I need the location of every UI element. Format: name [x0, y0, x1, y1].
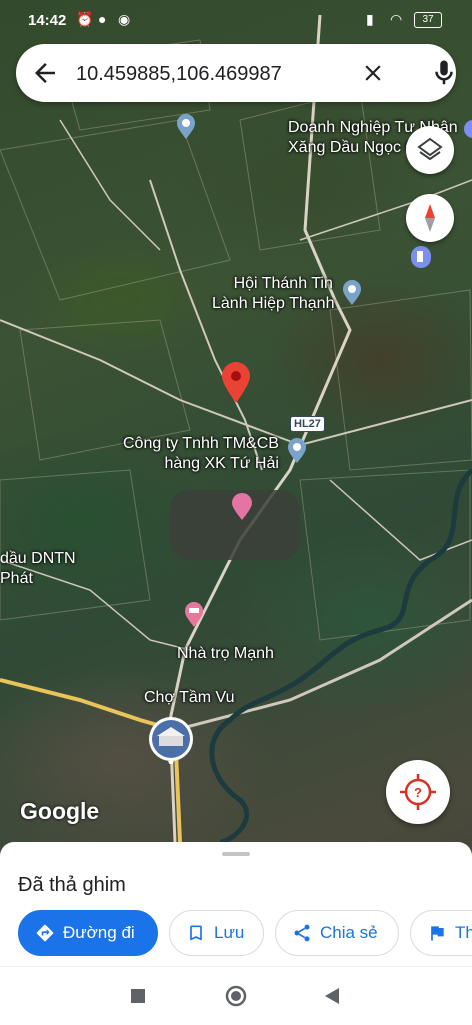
route-shield: HL27 — [290, 416, 325, 432]
drag-handle[interactable] — [222, 852, 250, 856]
map-label-church[interactable]: Hội Thánh Tin Lành Hiệp Thạnh — [212, 274, 334, 314]
microphone-icon[interactable] — [429, 58, 459, 88]
place-marker-icon[interactable] — [341, 278, 363, 306]
status-bar: 14:42 ⏰ ● ◉ ▮ ◠ 37 — [0, 0, 472, 40]
gas-station-icon[interactable] — [410, 243, 432, 271]
google-logo: Google — [20, 798, 100, 824]
search-bar[interactable] — [16, 44, 456, 102]
map-label-left[interactable]: dầu DNTN Phát — [0, 549, 76, 589]
alarm-icon: ⏰ — [76, 11, 94, 27]
my-location-button[interactable]: ? — [386, 760, 450, 824]
bookmark-icon — [190, 925, 202, 941]
market-marker-icon[interactable] — [146, 714, 196, 764]
label-button[interactable]: Th — [410, 910, 472, 956]
place-marker-icon[interactable] — [175, 112, 197, 140]
share-label: Chia sẻ — [320, 923, 378, 942]
action-chips: Đường đi Lưu Chia sẻ Th — [18, 910, 472, 958]
flag-icon — [431, 926, 444, 941]
system-nav-bar — [0, 966, 472, 1025]
back-triangle-icon[interactable] — [324, 987, 340, 1005]
place-sheet[interactable]: Đã thả ghim Đường đi Lưu Chia sẻ Th — [0, 842, 472, 966]
battery-icon: 37 — [414, 12, 442, 28]
lodging-marker-icon[interactable] — [183, 600, 205, 628]
map-label-motel[interactable]: Nhà trọ Mạnh — [177, 644, 274, 664]
save-button[interactable]: Lưu — [169, 910, 264, 956]
search-input[interactable] — [74, 58, 348, 90]
place-marker-icon[interactable] — [286, 436, 308, 464]
map-label-market[interactable]: Chợ Tầm Vu — [144, 688, 235, 708]
layers-icon — [417, 137, 443, 161]
compass-icon — [425, 204, 435, 232]
home-circle-icon[interactable] — [225, 985, 247, 1007]
label-label: Th — [455, 923, 472, 942]
directions-button[interactable]: Đường đi — [18, 910, 158, 956]
share-button[interactable]: Chia sẻ — [275, 910, 399, 956]
place-marker-icon[interactable] — [462, 118, 472, 146]
notification-icon: ● — [98, 11, 107, 27]
wifi-icon: ◠ — [390, 11, 403, 27]
directions-label: Đường đi — [63, 923, 135, 942]
status-time: 14:42 — [28, 12, 67, 29]
svg-text:?: ? — [414, 785, 422, 800]
signal-icon: ▮ — [366, 11, 374, 27]
compass-button[interactable] — [406, 194, 454, 242]
dropped-pin-icon — [222, 362, 250, 403]
messenger-icon: ◉ — [118, 11, 131, 27]
layers-button[interactable] — [406, 126, 454, 174]
map-label-company[interactable]: Công ty Tnhh TM&CB hàng XK Tứ Hải — [123, 434, 279, 474]
back-arrow-icon[interactable] — [30, 58, 60, 88]
save-label: Lưu — [214, 923, 245, 942]
sheet-title: Đã thả ghim — [18, 874, 126, 896]
share-icon — [294, 924, 310, 942]
recents-square-icon[interactable] — [130, 988, 146, 1004]
directions-icon — [36, 924, 54, 942]
close-icon[interactable] — [360, 60, 386, 86]
location-unknown-icon: ? — [400, 774, 436, 810]
